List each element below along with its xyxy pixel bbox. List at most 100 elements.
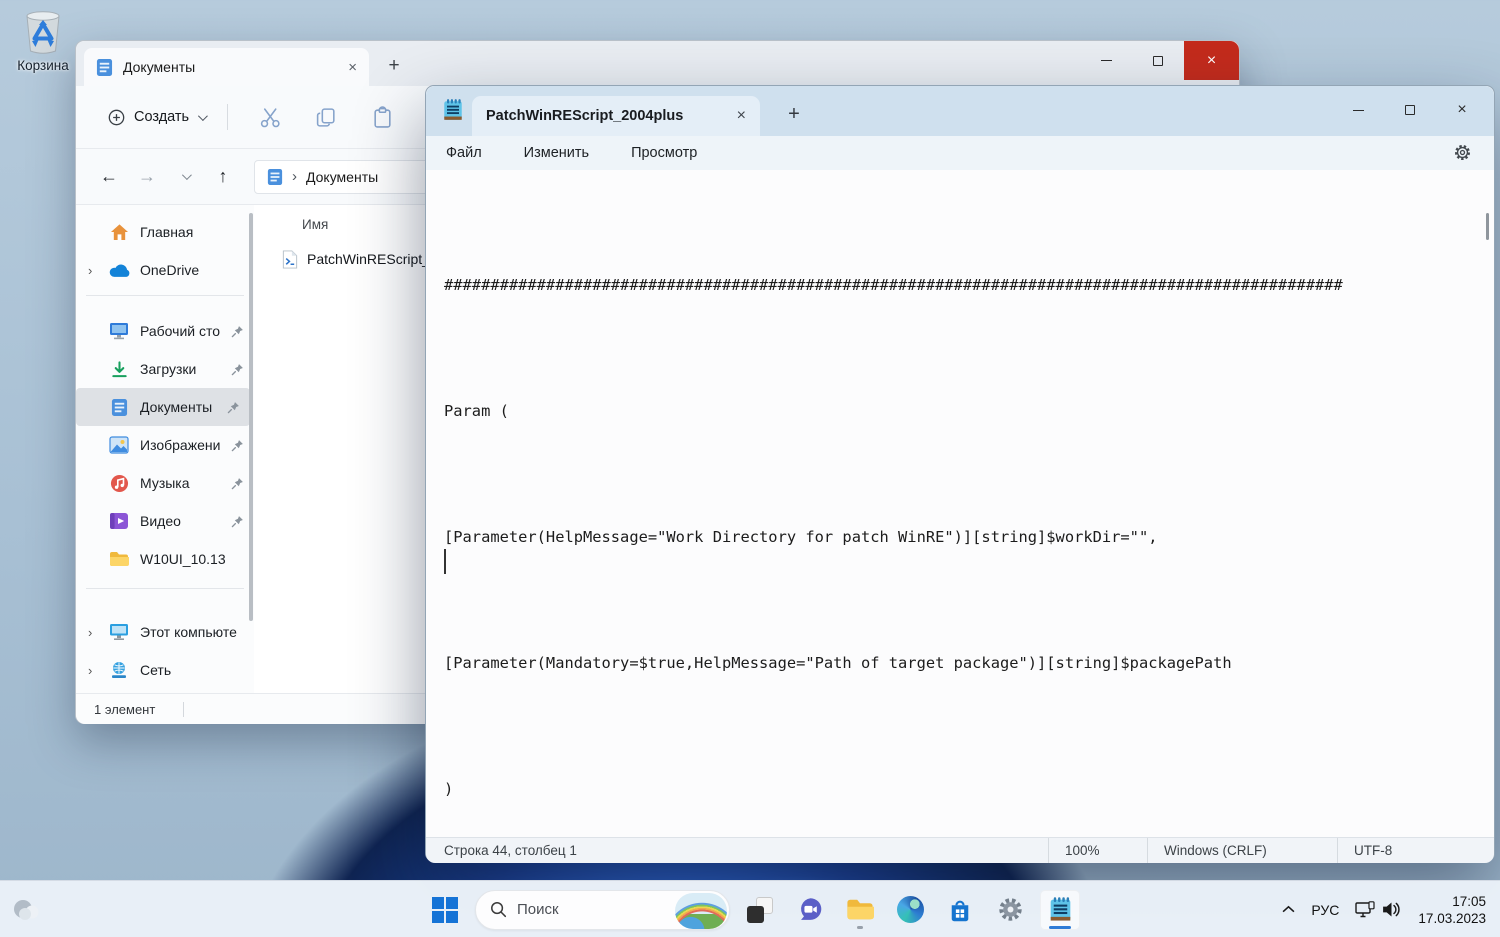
chat-button[interactable] [790, 890, 830, 930]
powershell-file-icon [282, 249, 298, 269]
clock-date: 17.03.2023 [1418, 910, 1486, 926]
sidebar-item-documents[interactable]: Документы [76, 388, 250, 426]
zoom-level[interactable]: 100% [1048, 838, 1147, 863]
explorer-sidebar: Главная › OneDrive Рабочий сто Загрузки [76, 205, 254, 693]
notepad-tab[interactable]: PatchWinREScript_2004plus × [472, 96, 760, 136]
recycle-bin-shortcut[interactable]: Корзина [12, 8, 74, 73]
notepad-menu-bar: Файл Изменить Просмотр [426, 136, 1494, 170]
notepad-taskbar-button[interactable] [1040, 889, 1080, 930]
pin-icon [231, 477, 244, 490]
sidebar-item-label: Этот компьюте [140, 624, 237, 640]
onedrive-icon [108, 259, 130, 281]
sidebar-item-label: Рабочий сто [140, 323, 221, 339]
sidebar-item-onedrive[interactable]: › OneDrive [76, 251, 254, 289]
explorer-tab-documents[interactable]: Документы × [84, 48, 369, 86]
pictures-icon [108, 434, 130, 456]
documents-icon [108, 396, 130, 418]
sidebar-item-label: Музыка [140, 475, 190, 491]
copy-button[interactable] [314, 105, 338, 129]
chevron-down-icon [181, 170, 192, 181]
search-highlight-image[interactable] [675, 892, 727, 929]
notepad-tab-title: PatchWinREScript_2004plus [486, 108, 684, 124]
language-indicator[interactable]: РУС [1303, 890, 1347, 930]
status-divider [183, 701, 185, 717]
folder-icon [108, 548, 130, 570]
file-name: PatchWinREScript_ [307, 251, 430, 267]
notepad-close-button[interactable]: × [1436, 86, 1488, 134]
sidebar-item-downloads[interactable]: Загрузки [76, 350, 254, 388]
breadcrumb-chevron: › [292, 168, 297, 185]
sidebar-item-label: Главная [140, 224, 194, 240]
notepad-app-icon [442, 98, 464, 122]
clock[interactable]: 17:05 17.03.2023 [1410, 893, 1486, 927]
sidebar-item-label: Загрузки [140, 361, 197, 377]
file-explorer-button[interactable] [840, 890, 880, 930]
network-tray-button[interactable] [1347, 890, 1379, 930]
sidebar-item-label: Изображени [140, 437, 221, 453]
expand-chevron-icon[interactable]: › [88, 263, 108, 278]
editor-scrollbar[interactable] [1486, 213, 1489, 240]
notepad-window: PatchWinREScript_2004plus × + × Файл Изм… [425, 85, 1495, 863]
menu-file[interactable]: Файл [446, 145, 482, 161]
search-input[interactable] [517, 901, 657, 918]
pin-icon [231, 439, 244, 452]
notepad-minimize-button[interactable] [1332, 86, 1384, 134]
sidebar-divider [86, 295, 244, 296]
explorer-minimize-button[interactable] [1080, 41, 1132, 80]
sidebar-item-this-pc[interactable]: › Этот компьюте [76, 613, 254, 651]
settings-button[interactable] [990, 890, 1030, 930]
settings-gear-icon[interactable] [1453, 143, 1472, 162]
code-line: Param ( [444, 402, 509, 420]
task-view-button[interactable] [740, 890, 780, 930]
menu-edit[interactable]: Изменить [524, 145, 589, 161]
menu-view[interactable]: Просмотр [631, 145, 697, 161]
code-line: ########################################… [444, 276, 1343, 294]
new-item-label: Создать [134, 109, 190, 125]
sidebar-item-pictures[interactable]: Изображени [76, 426, 254, 464]
forward-button[interactable]: → [130, 160, 164, 194]
weather-widget[interactable] [10, 895, 44, 923]
task-view-icon [747, 896, 773, 923]
windows-logo-icon [432, 896, 458, 923]
code-line: [Parameter(Mandatory=$true,HelpMessage="… [444, 654, 1232, 672]
breadcrumb[interactable]: Документы [306, 169, 378, 185]
toolbar-divider [227, 104, 229, 130]
volume-tray-button[interactable] [1379, 890, 1410, 930]
sidebar-item-label: Документы [140, 399, 213, 415]
sidebar-scrollbar[interactable] [249, 213, 253, 621]
sidebar-item-home[interactable]: Главная [76, 213, 254, 251]
notepad-new-tab-button[interactable]: + [778, 98, 810, 130]
taskbar: РУС 17:05 17.03.2023 [0, 880, 1500, 937]
notepad-editor[interactable]: ########################################… [426, 170, 1494, 837]
edge-button[interactable] [890, 890, 930, 930]
paste-button[interactable] [370, 105, 394, 129]
explorer-new-tab-button[interactable]: + [379, 51, 409, 81]
notepad-title-bar[interactable]: PatchWinREScript_2004plus × + × [426, 86, 1494, 136]
sidebar-item-desktop[interactable]: Рабочий сто [76, 312, 254, 350]
sidebar-item-network[interactable]: › Сеть [76, 651, 254, 689]
notepad-maximize-button[interactable] [1384, 86, 1436, 134]
explorer-close-button[interactable]: × [1184, 41, 1239, 80]
notepad-tab-close-icon[interactable]: × [737, 107, 746, 125]
taskbar-search[interactable] [475, 889, 730, 930]
active-indicator [1049, 925, 1071, 929]
up-button[interactable]: ↑ [206, 160, 240, 194]
microsoft-store-button[interactable] [940, 890, 980, 930]
chevron-up-icon [1282, 905, 1295, 913]
item-count: 1 элемент [94, 701, 156, 717]
new-item-button[interactable]: Создать [96, 101, 217, 134]
back-button[interactable]: ← [92, 160, 126, 194]
sidebar-item-music[interactable]: Музыка [76, 464, 254, 502]
recent-locations-button[interactable] [168, 160, 202, 194]
explorer-tab-strip[interactable]: Документы × + × [76, 41, 1239, 86]
start-button[interactable] [425, 890, 465, 930]
tray-show-hidden-button[interactable] [1274, 890, 1303, 930]
explorer-tab-close-icon[interactable]: × [348, 59, 357, 76]
copy-icon [316, 107, 335, 127]
sidebar-item-videos[interactable]: Видео [76, 502, 254, 540]
cut-button[interactable] [258, 105, 282, 129]
explorer-maximize-button[interactable] [1132, 41, 1184, 80]
expand-chevron-icon[interactable]: › [88, 625, 108, 640]
expand-chevron-icon[interactable]: › [88, 663, 108, 678]
sidebar-item-folder-w10ui[interactable]: W10UI_10.13 [76, 540, 254, 578]
